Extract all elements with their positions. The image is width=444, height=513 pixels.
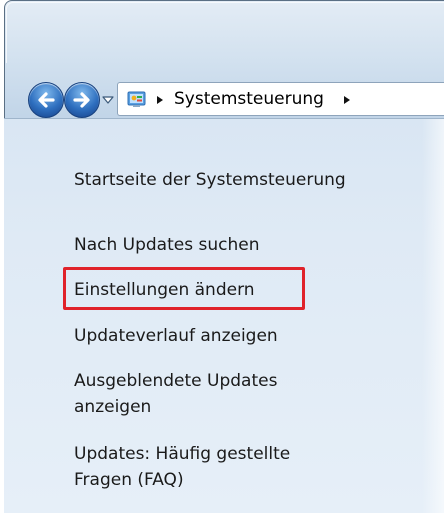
forward-arrow-icon: [73, 92, 90, 108]
frame-highlight: [6, 2, 444, 63]
pane-edge: [422, 119, 444, 513]
updates-faq-link-line1: Updates: Häufig gestellte: [74, 444, 291, 464]
breadcrumb-separator-icon[interactable]: [156, 95, 164, 105]
windows-explorer-window: Systemsteuerung Startseite der Systemste…: [0, 0, 444, 513]
hidden-updates-link[interactable]: Ausgeblendete Updates anzeigen: [74, 368, 277, 420]
breadcrumb-separator-icon[interactable]: [343, 95, 351, 105]
address-bar[interactable]: Systemsteuerung: [117, 82, 444, 116]
check-updates-link[interactable]: Nach Updates suchen: [74, 232, 259, 258]
forward-button[interactable]: [64, 82, 100, 118]
back-button[interactable]: [28, 82, 64, 118]
highlight-box: [63, 267, 305, 310]
updates-faq-link[interactable]: Updates: Häufig gestellte Fragen (FAQ): [74, 441, 290, 493]
control-panel-icon: [127, 91, 146, 107]
hidden-updates-link-line2: anzeigen: [74, 397, 152, 417]
view-update-history-link[interactable]: Updateverlauf anzeigen: [74, 323, 278, 349]
breadcrumb-systemsteuerung[interactable]: Systemsteuerung: [174, 87, 324, 111]
back-arrow-icon: [38, 92, 55, 108]
chevron-down-icon[interactable]: [101, 94, 115, 106]
control-panel-home-link[interactable]: Startseite der Systemsteuerung: [74, 167, 346, 193]
navigation-bar: Systemsteuerung: [4, 74, 444, 124]
hidden-updates-link-line1: Ausgeblendete Updates: [74, 371, 278, 391]
updates-faq-link-line2: Fragen (FAQ): [74, 470, 184, 490]
